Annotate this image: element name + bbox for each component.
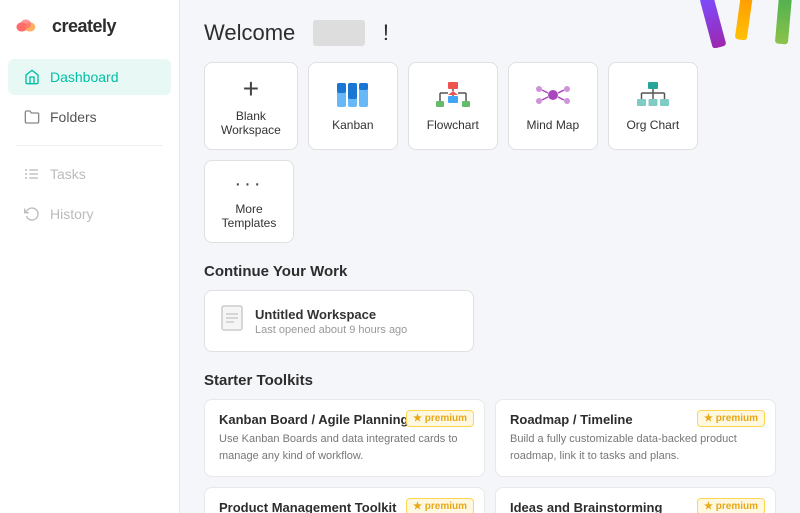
toolkit-product-mgmt[interactable]: ★ premium Product Management Toolkit Ide… (204, 487, 485, 513)
blank-workspace-button[interactable]: + BlankWorkspace (204, 62, 298, 150)
mindmap-button[interactable]: Mind Map (508, 62, 598, 150)
plus-icon: + (243, 75, 259, 103)
sidebar-item-dashboard[interactable]: Dashboard (8, 59, 171, 95)
welcome-heading: Welcome Dave ! (204, 20, 776, 46)
orgchart-button[interactable]: Org Chart (608, 62, 698, 150)
mindmap-label: Mind Map (526, 118, 579, 132)
mindmap-icon (535, 81, 571, 112)
more-templates-label: MoreTemplates (222, 202, 277, 230)
quick-actions: + BlankWorkspace Kanban (204, 62, 776, 243)
kanban-button[interactable]: Kanban (308, 62, 398, 150)
toolkits-grid: ★ premium Kanban Board / Agile Planning … (204, 399, 776, 513)
toolkit-desc: Use Kanban Boards and data integrated ca… (219, 431, 470, 464)
kanban-label: Kanban (332, 118, 373, 132)
toolkit-desc: Build a fully customizable data-backed p… (510, 431, 761, 464)
orgchart-icon (635, 81, 671, 112)
history-label: History (50, 206, 94, 222)
home-icon (24, 69, 40, 85)
history-icon (24, 206, 40, 222)
starter-toolkits-title: Starter Toolkits (204, 372, 776, 389)
continue-work-card[interactable]: Untitled Workspace Last opened about 9 h… (204, 290, 474, 352)
flowchart-label: Flowchart (427, 118, 479, 132)
continue-work-info: Untitled Workspace Last opened about 9 h… (255, 307, 407, 336)
sidebar-item-folders[interactable]: Folders (8, 99, 171, 135)
welcome-name: Dave (313, 20, 364, 46)
welcome-prefix: Welcome (204, 20, 295, 46)
premium-badge: ★ premium (406, 498, 474, 513)
workspace-subtitle: Last opened about 9 hours ago (255, 324, 407, 336)
document-icon (221, 305, 243, 337)
toolkit-kanban-agile[interactable]: ★ premium Kanban Board / Agile Planning … (204, 399, 485, 477)
premium-badge: ★ premium (406, 410, 474, 427)
welcome-suffix: ! (383, 20, 389, 46)
toolkit-brainstorming[interactable]: ★ premium Ideas and Brainstorming Mind-m… (495, 487, 776, 513)
folder-icon (24, 109, 40, 125)
flowchart-icon (435, 81, 471, 112)
more-templates-button[interactable]: ··· MoreTemplates (204, 160, 294, 243)
tasks-label: Tasks (50, 166, 86, 182)
folders-label: Folders (50, 109, 97, 125)
nav-divider (16, 145, 163, 146)
sidebar: creately Dashboard Folders Tasks Hi (0, 0, 180, 513)
more-icon: ··· (235, 173, 264, 196)
blank-workspace-label: BlankWorkspace (221, 109, 281, 137)
main-content: Welcome Dave ! + BlankWorkspace Kanban (180, 0, 800, 513)
premium-badge: ★ premium (697, 498, 765, 513)
dashboard-label: Dashboard (50, 69, 119, 85)
sidebar-item-history[interactable]: History (8, 196, 171, 232)
workspace-title: Untitled Workspace (255, 307, 407, 322)
logo-text: creately (52, 16, 116, 37)
toolkit-roadmap[interactable]: ★ premium Roadmap / Timeline Build a ful… (495, 399, 776, 477)
orgchart-label: Org Chart (626, 118, 679, 132)
logo-area: creately (0, 0, 179, 57)
sidebar-item-tasks[interactable]: Tasks (8, 156, 171, 192)
kanban-icon (335, 81, 371, 112)
premium-badge: ★ premium (697, 410, 765, 427)
logo-icon (16, 18, 44, 36)
tasks-icon (24, 166, 40, 182)
continue-work-title: Continue Your Work (204, 263, 776, 280)
flowchart-button[interactable]: Flowchart (408, 62, 498, 150)
